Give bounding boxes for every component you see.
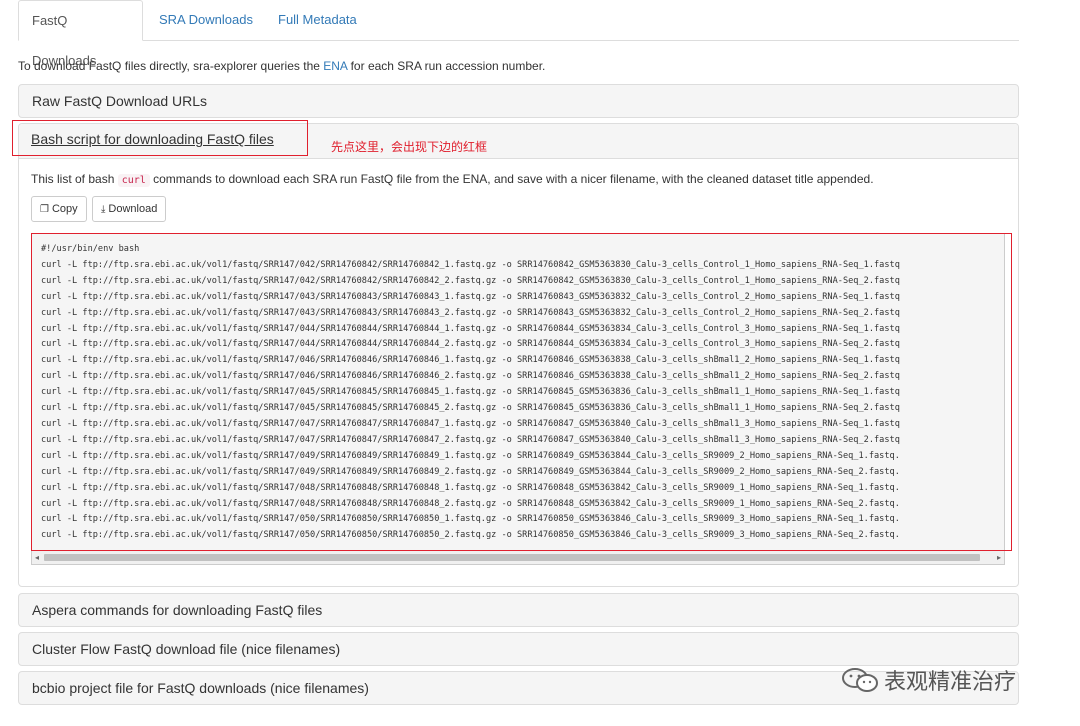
- tab-bar: FastQ Downloads SRA Downloads Full Metad…: [18, 0, 1019, 68]
- copy-icon: ❐: [40, 204, 49, 215]
- watermark-text: 表观精准治疗: [884, 670, 1017, 695]
- intro-text: To download FastQ files directly, sra-ex…: [18, 59, 545, 73]
- download-button[interactable]: ⤓ Download: [92, 196, 167, 222]
- script-line: curl -L ftp://ftp.sra.ebi.ac.uk/vol1/fas…: [41, 418, 900, 429]
- tab-sra-downloads[interactable]: SRA Downloads: [146, 0, 266, 40]
- annotation-text: 先点这里，会出现下边的红框: [331, 140, 488, 154]
- script-line: curl -L ftp://ftp.sra.ebi.ac.uk/vol1/fas…: [41, 403, 900, 414]
- script-line: curl -L ftp://ftp.sra.ebi.ac.uk/vol1/fas…: [41, 514, 900, 525]
- bash-script-code-block[interactable]: #!/usr/bin/env bash curl -L ftp://ftp.sra…: [31, 233, 1005, 565]
- script-line: curl -L ftp://ftp.sra.ebi.ac.uk/vol1/fas…: [41, 371, 900, 382]
- script-line: curl -L ftp://ftp.sra.ebi.ac.uk/vol1/fas…: [41, 259, 900, 270]
- script-line: curl -L ftp://ftp.sra.ebi.ac.uk/vol1/fas…: [41, 355, 900, 366]
- panel-title-aspera[interactable]: Aspera commands for downloading FastQ fi…: [32, 602, 322, 618]
- panel-cluster-flow[interactable]: Cluster Flow FastQ download file (nice f…: [18, 632, 1019, 666]
- tab-full-metadata[interactable]: Full Metadata: [265, 0, 370, 40]
- download-icon: ⤓: [101, 204, 106, 215]
- script-line: curl -L ftp://ftp.sra.ebi.ac.uk/vol1/fas…: [41, 466, 900, 477]
- ena-link[interactable]: ENA: [323, 59, 347, 73]
- script-line: curl -L ftp://ftp.sra.ebi.ac.uk/vol1/fas…: [41, 291, 900, 302]
- script-line: curl -L ftp://ftp.sra.ebi.ac.uk/vol1/fas…: [41, 307, 900, 318]
- script-line: curl -L ftp://ftp.sra.ebi.ac.uk/vol1/fas…: [41, 339, 900, 350]
- panel-aspera[interactable]: Aspera commands for downloading FastQ fi…: [18, 593, 1019, 627]
- copy-label: Copy: [51, 203, 78, 215]
- panel-title-cluster-flow[interactable]: Cluster Flow FastQ download file (nice f…: [32, 641, 340, 657]
- panel-title-bcbio[interactable]: bcbio project file for FastQ downloads (…: [32, 680, 369, 696]
- horizontal-scrollbar[interactable]: ◂ ▸: [32, 550, 1004, 564]
- script-shebang-line: #!/usr/bin/env bash: [41, 244, 140, 254]
- script-line: curl -L ftp://ftp.sra.ebi.ac.uk/vol1/fas…: [41, 498, 900, 509]
- script-lines: #!/usr/bin/env bash curl -L ftp://ftp.sra…: [41, 242, 900, 544]
- script-line: curl -L ftp://ftp.sra.ebi.ac.uk/vol1/fas…: [41, 450, 900, 461]
- scrollbar-thumb[interactable]: [44, 554, 980, 561]
- tab-fastq-downloads[interactable]: FastQ Downloads: [18, 0, 143, 68]
- script-line: curl -L ftp://ftp.sra.ebi.ac.uk/vol1/fas…: [41, 387, 900, 398]
- panel-raw-fastq[interactable]: Raw FastQ Download URLs: [18, 84, 1019, 118]
- scroll-right-icon[interactable]: ▸: [997, 551, 1001, 564]
- script-line: curl -L ftp://ftp.sra.ebi.ac.uk/vol1/fas…: [41, 530, 900, 541]
- annotation-red-box-title: [12, 120, 308, 156]
- script-line: curl -L ftp://ftp.sra.ebi.ac.uk/vol1/fas…: [41, 323, 900, 334]
- bash-description: This list of bash curl commands to downl…: [31, 172, 874, 187]
- intro-after: for each SRA run accession number.: [347, 59, 546, 73]
- script-line: curl -L ftp://ftp.sra.ebi.ac.uk/vol1/fas…: [41, 434, 900, 445]
- script-line: curl -L ftp://ftp.sra.ebi.ac.uk/vol1/fas…: [41, 482, 900, 493]
- desc-after: commands to download each SRA run FastQ …: [149, 172, 874, 186]
- copy-button[interactable]: ❐ Copy: [31, 196, 87, 222]
- watermark: 表观精准治疗: [840, 664, 1017, 695]
- wechat-icon: [840, 666, 880, 700]
- panel-title-raw-fastq[interactable]: Raw FastQ Download URLs: [32, 93, 207, 109]
- script-line: curl -L ftp://ftp.sra.ebi.ac.uk/vol1/fas…: [41, 275, 900, 286]
- intro-before: To download FastQ files directly, sra-ex…: [18, 59, 324, 73]
- scroll-left-icon[interactable]: ◂: [35, 551, 39, 564]
- desc-code-curl: curl: [117, 174, 150, 187]
- desc-before: This list of bash: [31, 172, 118, 186]
- download-label: Download: [108, 203, 158, 215]
